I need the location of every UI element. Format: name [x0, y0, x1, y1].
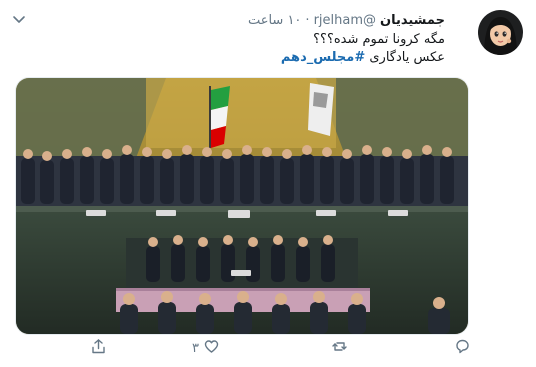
reply-icon — [454, 338, 471, 359]
like-button[interactable]: ۳ — [192, 339, 220, 357]
separator-dot: · — [305, 13, 310, 28]
retweet-icon — [331, 338, 348, 359]
hashtag-link[interactable]: #مجلس_دهم — [281, 50, 365, 65]
author-handle[interactable]: @rjelham — [314, 12, 376, 30]
reply-button[interactable] — [454, 339, 471, 357]
chevron-down-icon[interactable] — [11, 12, 27, 26]
tweet-time[interactable]: ۱۰ ساعت — [248, 12, 301, 30]
tweet-card[interactable]: جمشیدیان @rjelham · ۱۰ ساعت مگه کرونا تم… — [0, 0, 536, 367]
like-icon — [203, 338, 220, 359]
like-count: ۳ — [192, 340, 199, 356]
tweet-photo[interactable] — [15, 77, 469, 335]
tweet-text: مگه کرونا تموم شده؟؟؟ عکس یادگاری #مجلس_… — [281, 31, 445, 67]
tweet-text-line2-prefix: عکس یادگاری — [369, 50, 445, 65]
avatar[interactable] — [478, 10, 523, 55]
tweet-text-line1: مگه کرونا تموم شده؟؟؟ — [313, 32, 445, 47]
tweet-header: جمشیدیان @rjelham · ۱۰ ساعت — [248, 12, 445, 30]
tweet-actions: ۳ — [0, 337, 536, 363]
banner-flag — [308, 83, 334, 136]
author-name[interactable]: جمشیدیان — [380, 12, 445, 30]
tweet-text-line2: عکس یادگاری #مجلس_دهم — [281, 49, 445, 67]
retweet-button[interactable] — [331, 339, 348, 357]
share-icon — [90, 338, 107, 359]
share-button[interactable] — [90, 338, 107, 359]
